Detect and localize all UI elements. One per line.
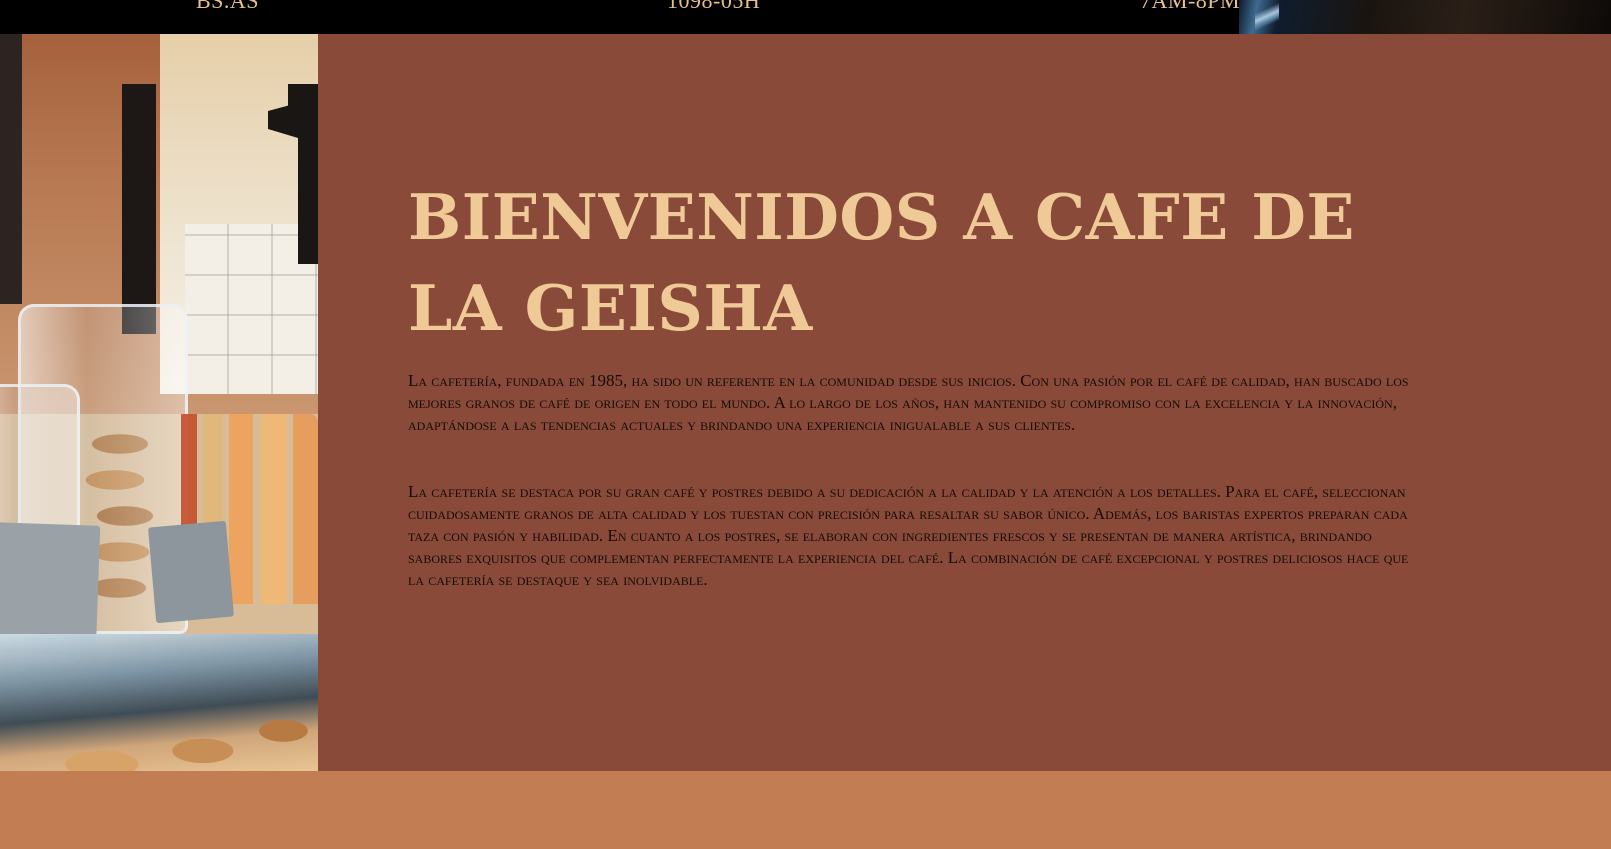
photo-shelf-post xyxy=(122,84,156,334)
location-text: BS.AS xyxy=(196,0,260,13)
hours-text: 7AM-8PM xyxy=(1140,0,1241,13)
about-title: BIENVENIDOS A CAFE DE LA GEISHA xyxy=(408,180,1355,345)
photo-pastries xyxy=(30,704,318,771)
top-info-bar: BS.AS 1098-05H 7AM-8PM xyxy=(0,0,1611,34)
cafe-counter-photo xyxy=(0,34,318,771)
about-paragraph-quality: La cafetería se destaca por su gran café… xyxy=(408,482,1409,589)
about-paragraph-history: La cafetería, fundada en 1985, ha sido u… xyxy=(408,371,1409,434)
photo-dark-edge xyxy=(0,34,22,304)
phone-text: 1098-05H xyxy=(667,0,761,13)
photo-price-card xyxy=(147,520,235,624)
about-section: BIENVENIDOS A CAFE DE LA GEISHA La cafet… xyxy=(318,34,1611,771)
bottom-color-band xyxy=(0,771,1611,849)
header-photo-fragment xyxy=(1239,0,1611,34)
